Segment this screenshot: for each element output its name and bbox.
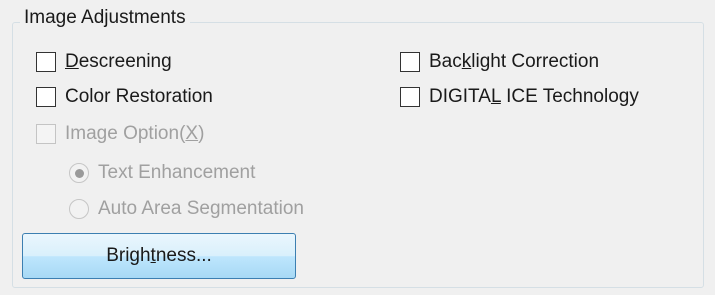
auto-area-segmentation-radio (69, 199, 89, 219)
backlight-correction-mnemonic: k (461, 51, 472, 72)
image-option-checkbox (36, 124, 56, 144)
backlight-correction-label: Backlight Correction (429, 50, 599, 74)
text-enhancement-option: Text Enhancement (69, 161, 255, 185)
text-enhancement-radio (69, 163, 89, 183)
digital-ice-checkbox[interactable] (400, 87, 420, 107)
image-adjustments-panel: Image Adjustments Descreening Color Rest… (0, 0, 715, 295)
descreening-option[interactable]: Descreening (36, 50, 172, 74)
digital-ice-label-start: DIGITA (429, 86, 491, 107)
backlight-correction-label-end: light Correction (471, 51, 600, 72)
color-restoration-label: Color Restoration (65, 86, 213, 107)
image-option-label: Image Option(X) (65, 122, 204, 146)
image-option-mnemonic: X (185, 123, 199, 144)
brightness-label-start: Brigh (106, 245, 151, 266)
descreening-label: Descreening (65, 50, 172, 74)
descreening-label-rest: escreening (78, 51, 172, 72)
digital-ice-label: DIGITAL ICE Technology (429, 85, 639, 109)
descreening-mnemonic: D (65, 51, 79, 72)
brightness-button[interactable]: Brigh t ness... (22, 233, 296, 279)
radio-selected-dot (74, 168, 84, 178)
backlight-correction-option[interactable]: Backlight Correction (400, 50, 599, 74)
image-option-option: Image Option(X) (36, 122, 204, 146)
digital-ice-option[interactable]: DIGITAL ICE Technology (400, 85, 639, 109)
auto-area-segmentation-label: Auto Area Segmentation (98, 198, 304, 219)
text-enhancement-label: Text Enhancement (98, 162, 256, 183)
image-option-label-end: ) (198, 123, 205, 144)
brightness-label-end: ness... (155, 245, 212, 266)
digital-ice-mnemonic: L (490, 86, 501, 107)
color-restoration-option[interactable]: Color Restoration (36, 85, 213, 109)
digital-ice-label-end: ICE Technology (500, 86, 639, 107)
descreening-checkbox[interactable] (36, 52, 56, 72)
color-restoration-checkbox[interactable] (36, 87, 56, 107)
auto-area-segmentation-option: Auto Area Segmentation (69, 197, 304, 221)
image-option-label-start: Image Option( (65, 123, 186, 144)
backlight-correction-checkbox[interactable] (400, 52, 420, 72)
backlight-correction-label-start: Bac (429, 51, 462, 72)
group-box-title: Image Adjustments (20, 6, 190, 30)
